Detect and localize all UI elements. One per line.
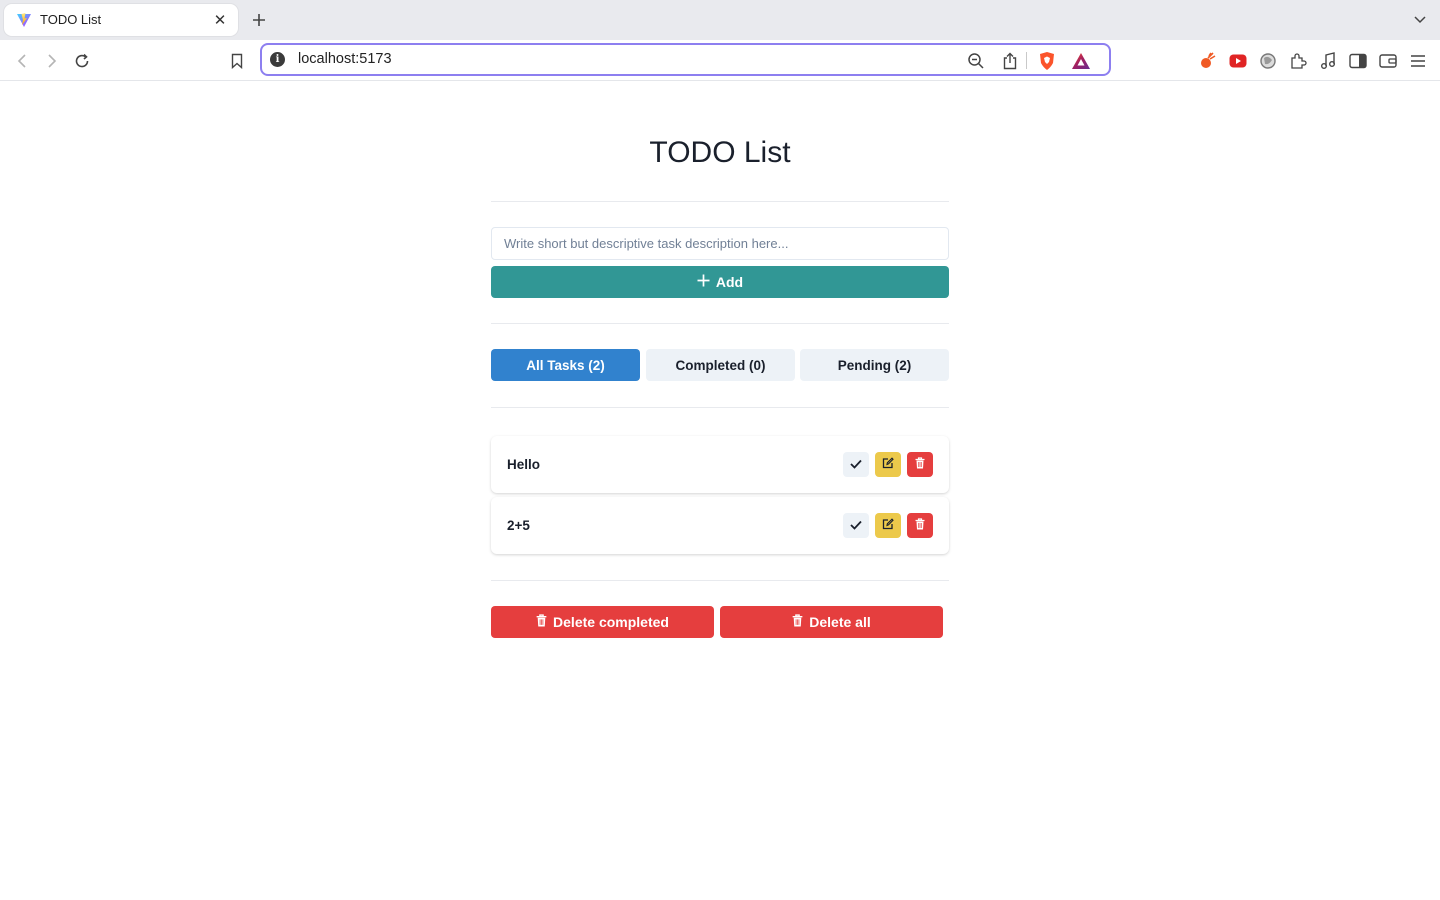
brave-rewards-icon[interactable] bbox=[1070, 50, 1092, 72]
url-bar[interactable]: i localhost:5173 bbox=[260, 43, 1111, 76]
tab-title: TODO List bbox=[40, 12, 102, 27]
wallet-icon[interactable] bbox=[1377, 50, 1399, 72]
close-icon[interactable]: ✕ bbox=[210, 10, 230, 30]
tab-all-tasks[interactable]: All Tasks (2) bbox=[491, 349, 640, 381]
vpn-icon[interactable] bbox=[1257, 50, 1279, 72]
tab-completed[interactable]: Completed (0) bbox=[646, 349, 795, 381]
info-icon[interactable]: i bbox=[270, 52, 285, 67]
menu-icon[interactable] bbox=[1407, 50, 1429, 72]
add-button-label: Add bbox=[715, 274, 744, 290]
trash-icon bbox=[536, 614, 547, 630]
vite-icon bbox=[16, 12, 32, 28]
url-separator bbox=[1026, 52, 1027, 69]
reload-icon[interactable] bbox=[71, 50, 93, 72]
delete-completed-button[interactable]: Delete completed bbox=[491, 606, 714, 638]
share-icon[interactable] bbox=[999, 50, 1021, 72]
browser-tab[interactable]: TODO List ✕ bbox=[4, 4, 238, 36]
task-item: 2+5 bbox=[491, 497, 949, 554]
trash-icon bbox=[792, 614, 803, 630]
edit-icon bbox=[882, 457, 894, 472]
divider bbox=[491, 580, 949, 581]
edit-task-button[interactable] bbox=[875, 452, 901, 477]
delete-all-label: Delete all bbox=[809, 614, 871, 630]
music-icon[interactable] bbox=[1317, 50, 1339, 72]
check-icon bbox=[850, 518, 862, 533]
delete-task-button[interactable] bbox=[907, 513, 933, 538]
task-text: Hello bbox=[507, 457, 541, 472]
browser-toolbar: i localhost:5173 bbox=[0, 40, 1440, 81]
chevron-down-icon[interactable] bbox=[1410, 10, 1430, 30]
new-tab-button[interactable] bbox=[248, 8, 270, 32]
browser-tab-bar: TODO List ✕ bbox=[0, 0, 1440, 40]
youtube-icon[interactable] bbox=[1227, 50, 1249, 72]
edit-icon bbox=[882, 518, 894, 533]
add-task-button[interactable]: Add bbox=[491, 266, 949, 298]
task-item: Hello bbox=[491, 436, 949, 493]
back-icon[interactable] bbox=[11, 50, 33, 72]
plus-icon bbox=[697, 274, 710, 290]
leo-icon[interactable] bbox=[1197, 50, 1219, 72]
forward-icon[interactable] bbox=[41, 50, 63, 72]
divider bbox=[491, 323, 949, 324]
delete-task-button[interactable] bbox=[907, 452, 933, 477]
trash-icon bbox=[915, 457, 925, 472]
page-title: TODO List bbox=[649, 136, 791, 169]
url-text[interactable]: localhost:5173 bbox=[298, 51, 392, 67]
trash-icon bbox=[915, 518, 925, 533]
divider bbox=[491, 407, 949, 408]
check-icon bbox=[850, 457, 862, 472]
zoom-out-icon[interactable] bbox=[965, 50, 987, 72]
complete-task-button[interactable] bbox=[843, 452, 869, 477]
divider bbox=[491, 201, 949, 202]
task-text: 2+5 bbox=[507, 518, 530, 533]
extensions-icon[interactable] bbox=[1287, 50, 1309, 72]
bookmark-icon[interactable] bbox=[226, 50, 248, 72]
brave-shield-icon[interactable] bbox=[1036, 50, 1058, 72]
tab-pending[interactable]: Pending (2) bbox=[800, 349, 949, 381]
edit-task-button[interactable] bbox=[875, 513, 901, 538]
delete-all-button[interactable]: Delete all bbox=[720, 606, 943, 638]
task-description-input[interactable] bbox=[491, 227, 949, 260]
sidebar-icon[interactable] bbox=[1347, 50, 1369, 72]
complete-task-button[interactable] bbox=[843, 513, 869, 538]
delete-completed-label: Delete completed bbox=[553, 614, 669, 630]
